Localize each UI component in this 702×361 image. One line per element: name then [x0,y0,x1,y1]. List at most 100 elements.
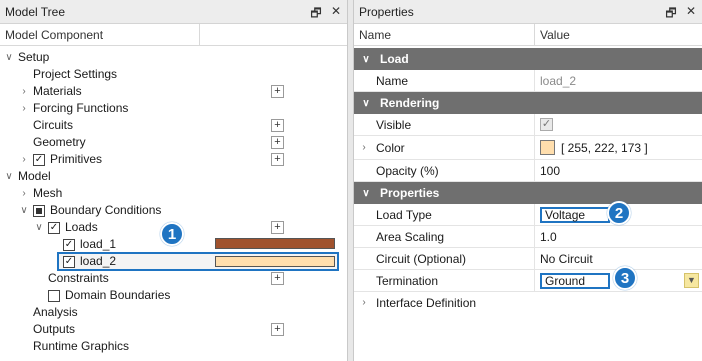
chevron-right-icon[interactable]: › [18,100,30,117]
callout-badge-3: 3 [613,266,637,290]
tree-item-load-2[interactable]: ✓ load_2 [63,253,116,270]
prop-row-visible: Visible ✓ [354,113,702,136]
section-rendering[interactable]: ∨ Rendering [354,92,702,114]
add-constraint-button[interactable]: + [271,272,284,285]
pin-icon[interactable]: 🗗 [664,4,678,25]
tree-item-setup[interactable]: ∨ Setup [3,49,49,66]
tree-item-label: load_2 [80,254,117,268]
model-tree-panel: Model Tree 🗗 ✕ Model Component ∨ Setup P… [0,0,348,361]
chevron-down-icon[interactable]: ∨ [18,202,30,219]
tree-item-constraints[interactable]: Constraints [48,270,109,287]
close-icon[interactable]: ✕ [329,4,343,25]
tree-item-loads[interactable]: ∨ ✓ Loads [33,219,98,236]
prop-label-wrap: › Interface Definition [354,292,654,314]
chevron-down-icon[interactable]: ∨ [33,219,45,236]
dropdown-arrow-icon[interactable]: ▼ [684,272,699,288]
tree-item-label: Runtime Graphics [33,339,130,353]
add-geometry-button[interactable]: + [271,136,284,149]
load-1-checkbox[interactable]: ✓ [63,238,75,251]
tree-item-label: Constraints [48,271,109,285]
termination-select[interactable]: Ground [540,272,610,289]
tree-item-primitives[interactable]: › ✓ Primitives [18,151,102,168]
prop-row-area-scaling: Area Scaling 1.0 [354,225,702,248]
model-tree-title: Model Tree [5,4,66,19]
chevron-down-icon[interactable]: ∨ [360,54,372,65]
section-load[interactable]: ∨ Load [354,48,702,70]
pin-icon[interactable]: 🗗 [309,4,323,25]
tree-item-model[interactable]: ∨ Model [3,168,51,185]
chevron-down-icon[interactable]: ∨ [360,98,372,109]
section-properties[interactable]: ∨ Properties [354,182,702,204]
callout-badge-2: 2 [607,201,631,225]
tree-item-load-1[interactable]: ✓ load_1 [63,236,116,253]
prop-row-opacity: Opacity (%) 100 [354,159,702,182]
load-2-color-swatch [215,256,335,267]
tree-item-circuits[interactable]: Circuits [33,117,73,134]
prop-value-circuit[interactable]: No Circuit [535,248,702,270]
boundary-conditions-checkbox[interactable] [33,204,45,217]
tree-item-boundary-conditions[interactable]: ∨ Boundary Conditions [18,202,161,219]
chevron-right-icon[interactable]: › [358,136,370,160]
primitives-checkbox[interactable]: ✓ [33,153,45,166]
tree-item-label: Materials [33,84,82,98]
prop-label: Area Scaling [354,225,535,248]
section-label: Properties [380,186,440,200]
prop-value-opacity[interactable]: 100 [535,160,702,182]
tree-item-label: Geometry [33,135,86,149]
add-material-button[interactable]: + [271,85,284,98]
tree-item-label: Loads [65,220,98,234]
prop-row-color: › Color [ 255, 222, 173 ] [354,135,702,160]
section-label: Rendering [380,96,440,110]
add-circuit-button[interactable]: + [271,119,284,132]
close-icon[interactable]: ✕ [684,4,698,25]
add-primitive-button[interactable]: + [271,153,284,166]
chevron-right-icon[interactable]: › [358,292,370,314]
tree-item-outputs[interactable]: Outputs [33,321,75,338]
tree-item-analysis[interactable]: Analysis [33,304,78,321]
prop-row-interface-definition: › Interface Definition [354,292,702,314]
chevron-down-icon[interactable]: ∨ [3,168,15,185]
add-load-button[interactable]: + [271,221,284,234]
domain-boundaries-checkbox[interactable] [48,289,60,302]
value-column-header[interactable]: Value [535,24,702,45]
prop-row-circuit: Circuit (Optional) No Circuit [354,247,702,270]
visible-checkbox[interactable]: ✓ [540,118,553,131]
prop-label: Load Type [354,203,535,226]
tree-item-geometry[interactable]: Geometry [33,134,86,151]
tree-item-label: Boundary Conditions [50,203,162,217]
tree-item-label: Analysis [33,305,78,319]
chevron-down-icon[interactable]: ∨ [360,188,372,199]
tree-item-project-settings[interactable]: Project Settings [33,66,117,83]
prop-value-color[interactable]: [ 255, 222, 173 ] [561,141,648,155]
prop-label: Color [376,140,405,155]
chevron-down-icon[interactable]: ∨ [3,49,15,66]
tree-item-domain-boundaries[interactable]: Domain Boundaries [48,287,170,304]
prop-label: Visible [354,113,535,136]
tree-item-label: Domain Boundaries [65,288,171,302]
prop-label: Name [354,69,535,92]
chevron-right-icon[interactable]: › [18,151,30,168]
properties-title: Properties [359,4,414,19]
add-output-button[interactable]: + [271,323,284,336]
value-column-header [200,24,347,45]
name-column-header[interactable]: Name [354,24,535,45]
model-component-header[interactable]: Model Component [0,24,200,45]
loads-checkbox[interactable]: ✓ [48,221,60,234]
chevron-right-icon[interactable]: › [18,83,30,100]
tree-item-materials[interactable]: › Materials [18,83,82,100]
load-type-select[interactable]: Voltage [540,206,610,223]
tree-item-forcing-functions[interactable]: › Forcing Functions [18,100,128,117]
tree-item-label: Model [18,169,51,183]
color-swatch[interactable] [540,140,555,155]
prop-label: Termination [354,269,535,292]
chevron-right-icon[interactable]: › [18,185,30,202]
properties-panel: Properties 🗗 ✕ Name Value ∨ Load Name lo… [353,0,702,361]
tree-item-label: Primitives [50,152,103,166]
load-1-color-swatch [215,238,335,249]
prop-label-wrap: › Color [354,135,535,160]
tree-item-mesh[interactable]: › Mesh [18,185,62,202]
tree-item-runtime-graphics[interactable]: Runtime Graphics [33,338,129,355]
prop-value-area-scaling[interactable]: 1.0 [535,226,702,248]
load-2-checkbox[interactable]: ✓ [63,255,75,268]
prop-label: Opacity (%) [354,159,535,182]
